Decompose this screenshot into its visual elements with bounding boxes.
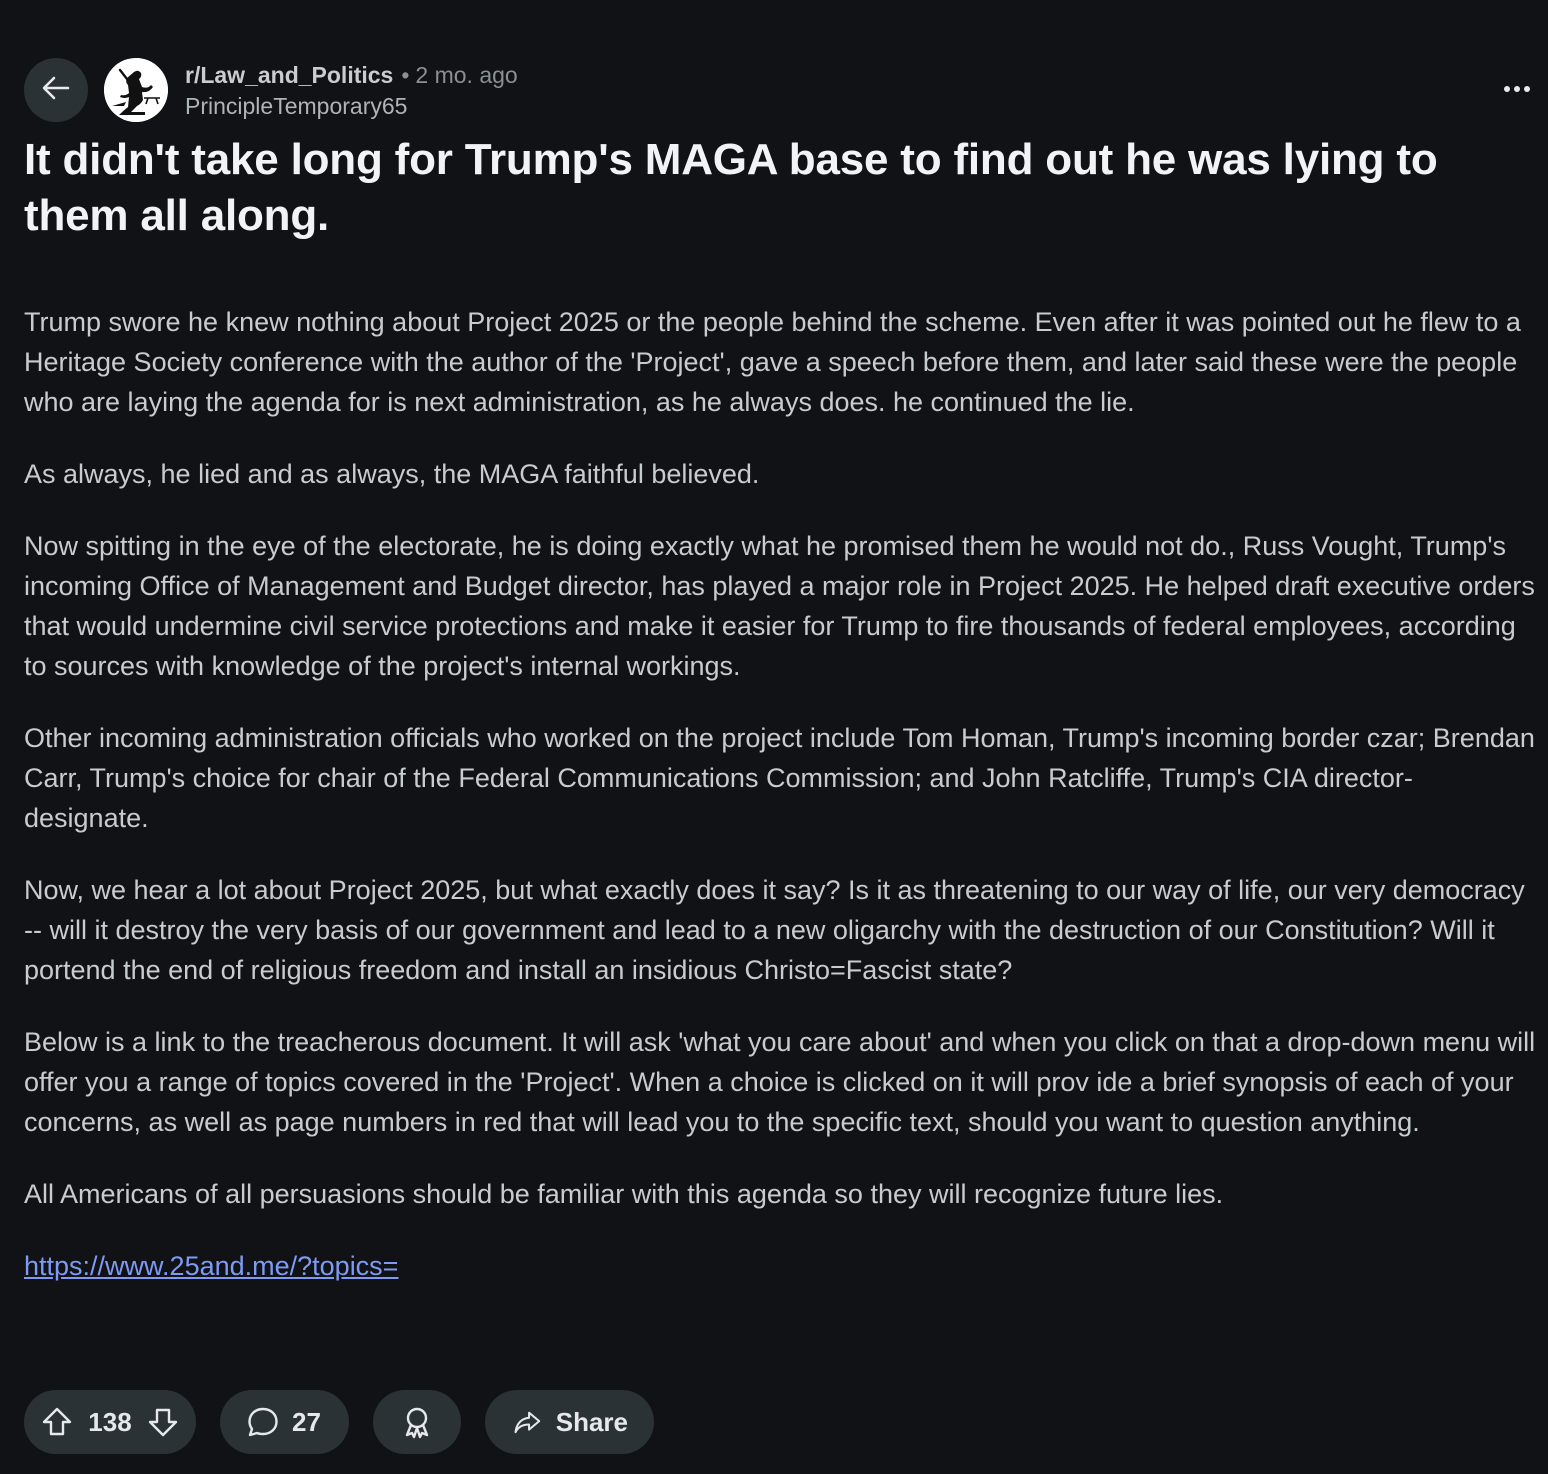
share-arrow-icon — [514, 1411, 541, 1434]
post-header: r/Law_and_Politics • 2 mo. ago Principle… — [24, 57, 1524, 123]
subreddit-avatar[interactable] — [104, 58, 168, 122]
downvote-button[interactable] — [146, 1405, 180, 1439]
link-paragraph: https://www.25and.me/?topics= — [24, 1246, 1536, 1286]
post-paragraph: Trump swore he knew nothing about Projec… — [24, 307, 1521, 417]
arrow-left-icon — [39, 71, 73, 110]
subreddit-name-link[interactable]: r/Law_and_Politics — [185, 59, 393, 91]
vote-count: 138 — [88, 1406, 132, 1437]
comments-button[interactable]: 27 — [220, 1390, 349, 1454]
upvote-button[interactable] — [40, 1405, 74, 1439]
post-time: 2 mo. ago — [415, 62, 518, 88]
author-name-link[interactable]: PrincipleTemporary65 — [185, 91, 518, 121]
post-paragraph: As always, he lied and as always, the MA… — [24, 459, 760, 489]
share-button[interactable]: Share — [485, 1390, 654, 1454]
back-button[interactable] — [24, 58, 88, 122]
comment-count: 27 — [292, 1406, 321, 1437]
post-paragraph: Now, we hear a lot about Project 2025, b… — [24, 875, 1525, 985]
post-body: Trump swore he knew nothing about Projec… — [24, 302, 1536, 1318]
lady-justice-icon — [104, 58, 168, 122]
vote-control: 138 — [24, 1390, 196, 1454]
speech-bubble-icon — [248, 1407, 278, 1437]
post-paragraph: Other incoming administration officials … — [24, 723, 1535, 833]
post-title: It didn't take long for Trump's MAGA bas… — [24, 135, 1438, 240]
meta-separator: • — [401, 62, 410, 88]
share-label: Share — [555, 1406, 628, 1437]
action-bar: 138 27 Share — [24, 1390, 678, 1454]
post-page: r/Law_and_Politics • 2 mo. ago Principle… — [0, 0, 1548, 1474]
post-meta: r/Law_and_Politics • 2 mo. ago Principle… — [185, 59, 518, 121]
award-ribbon-icon — [405, 1407, 429, 1439]
post-paragraph: All Americans of all persuasions should … — [24, 1179, 1224, 1209]
arrow-up-icon — [42, 1407, 72, 1436]
ellipsis-icon — [1503, 80, 1531, 98]
post-paragraph: Below is a link to the treacherous docum… — [24, 1027, 1536, 1137]
arrow-down-icon — [148, 1408, 178, 1437]
more-options-button[interactable] — [1502, 74, 1532, 104]
meta-top-row: r/Law_and_Politics • 2 mo. ago — [185, 59, 518, 91]
post-paragraph: Now spitting in the eye of the electorat… — [24, 531, 1535, 681]
external-link[interactable]: https://www.25and.me/?topics= — [24, 1251, 398, 1281]
award-button[interactable] — [373, 1390, 461, 1454]
